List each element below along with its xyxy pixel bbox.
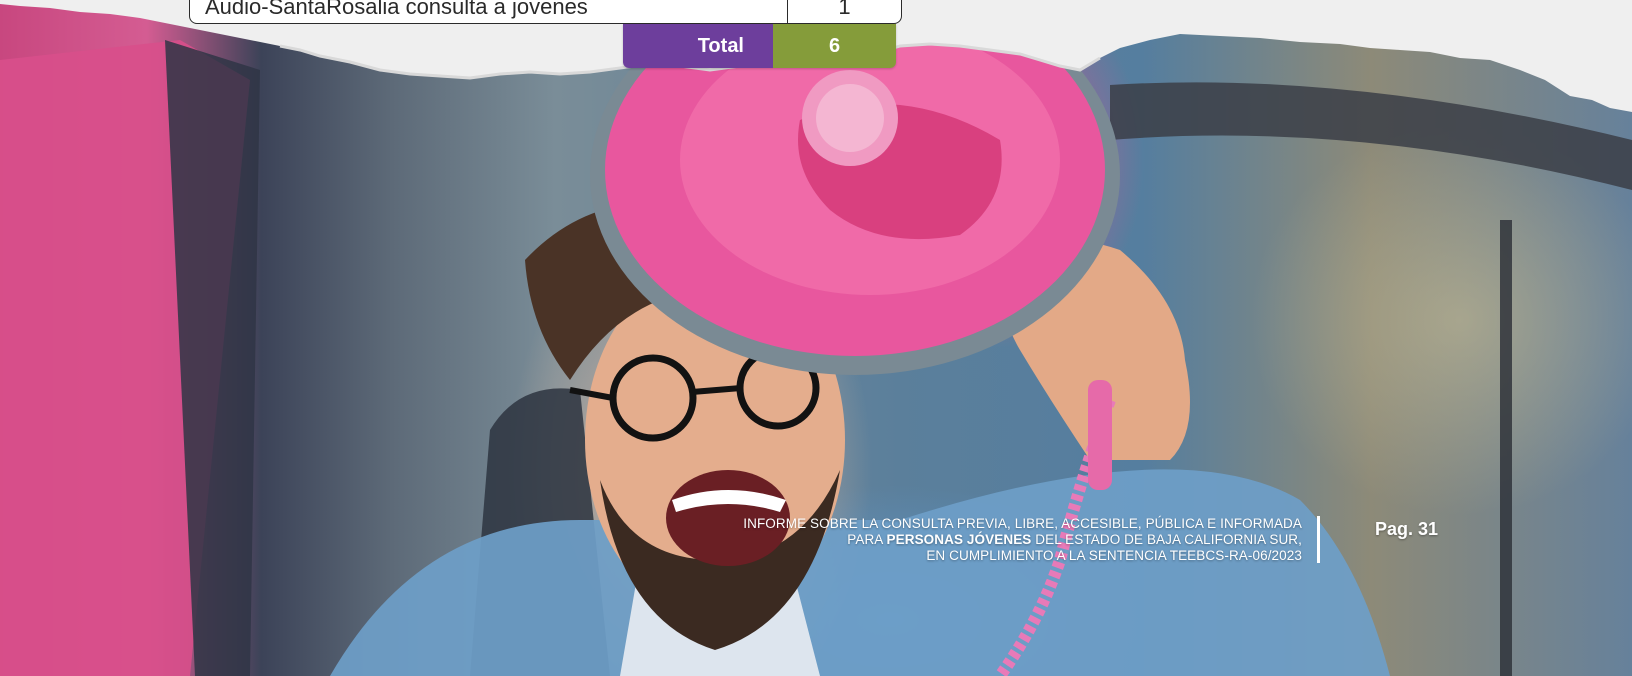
total-value: 6 xyxy=(773,24,896,68)
footer-line-2-suffix: DEL ESTADO DE BAJA CALIFORNIA SUR, xyxy=(1031,532,1302,547)
footer-line-3: EN CUMPLIMIENTO A LA SENTENCIA TEEBCS-RA… xyxy=(926,548,1302,563)
total-label: Total xyxy=(623,24,773,68)
results-table: Audio-SantaRosalia consulta a jovenes 1 xyxy=(189,0,902,24)
table-cell-source: Audio-SantaRosalia consulta a jovenes xyxy=(190,0,788,23)
table-row: Audio-SantaRosalia consulta a jovenes 1 xyxy=(189,0,902,24)
page-number: Pag. 31 xyxy=(1375,519,1439,539)
footer-divider xyxy=(1317,516,1320,563)
footer-line-2-prefix: PARA xyxy=(847,532,887,547)
footer-line-2: PARA PERSONAS JÓVENES DEL ESTADO DE BAJA… xyxy=(700,532,1302,548)
footer-line-1: INFORME SOBRE LA CONSULTA PREVIA, LIBRE,… xyxy=(743,516,1302,531)
footer-line-2-bold: PERSONAS JÓVENES xyxy=(886,532,1032,547)
report-footer: INFORME SOBRE LA CONSULTA PREVIA, LIBRE,… xyxy=(700,516,1302,564)
table-total-row: Total 6 xyxy=(623,24,896,68)
document-page: Audio-SantaRosalia consulta a jovenes 1 … xyxy=(0,0,1632,676)
table-cell-count: 1 xyxy=(838,0,851,19)
